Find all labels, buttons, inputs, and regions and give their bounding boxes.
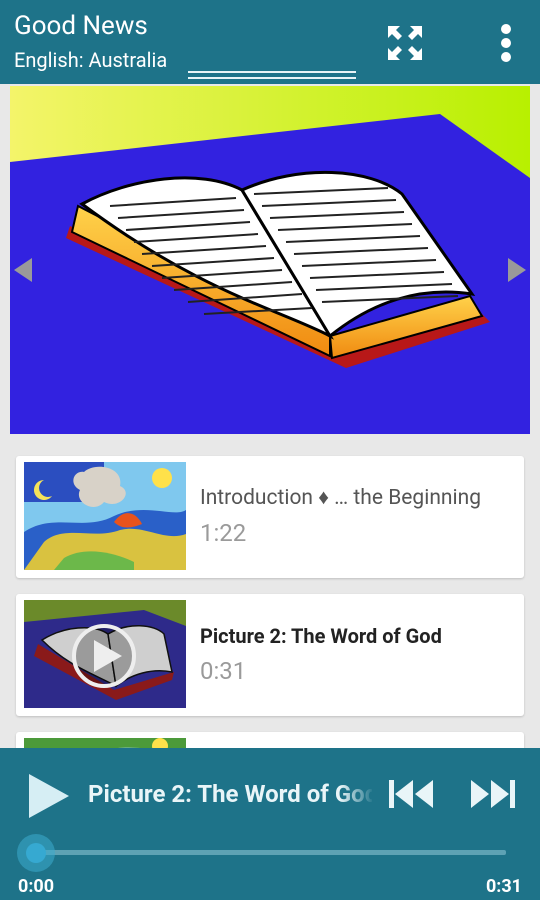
subtitle-underline bbox=[188, 71, 356, 73]
overflow-menu-icon bbox=[501, 24, 511, 62]
list-item[interactable]: Introduction ♦ … the Beginning 1:22 bbox=[16, 456, 524, 578]
app-bar: Good News English: Australia bbox=[0, 0, 540, 84]
previous-button[interactable] bbox=[384, 772, 440, 816]
title-fade bbox=[340, 772, 374, 816]
chevron-left-icon[interactable] bbox=[10, 254, 36, 286]
seek-bar[interactable] bbox=[36, 850, 506, 855]
play-button[interactable] bbox=[20, 768, 76, 824]
next-button[interactable] bbox=[464, 772, 520, 816]
item-duration: 1:22 bbox=[200, 519, 247, 547]
overflow-menu-button[interactable] bbox=[484, 18, 528, 68]
now-playing-title: Picture 2: The Word of God bbox=[88, 780, 372, 808]
creation-scene-thumbnail bbox=[24, 462, 186, 570]
media-player: Picture 2: The Word of God 0:00 0:31 bbox=[0, 748, 540, 900]
list-item[interactable]: Picture 2: The Word of God 0:31 bbox=[16, 594, 524, 716]
skip-previous-icon bbox=[389, 780, 433, 808]
skip-next-icon bbox=[471, 780, 515, 808]
seek-thumb[interactable] bbox=[17, 834, 55, 872]
item-duration: 0:31 bbox=[200, 657, 247, 685]
elapsed-time: 0:00 bbox=[18, 876, 55, 897]
language-subtitle[interactable]: English: Australia bbox=[14, 48, 167, 72]
play-icon bbox=[29, 774, 69, 818]
fullscreen-icon bbox=[388, 26, 422, 60]
open-bible-illustration bbox=[10, 86, 530, 434]
subtitle-underline-2 bbox=[188, 77, 356, 79]
item-title: Introduction ♦ … the Beginning bbox=[200, 486, 482, 510]
fullscreen-button[interactable] bbox=[380, 20, 430, 66]
chevron-right-icon[interactable] bbox=[504, 254, 530, 286]
hero-carousel bbox=[0, 84, 540, 438]
item-title: Picture 2: The Word of God bbox=[200, 624, 442, 648]
bible-thumbnail bbox=[24, 600, 186, 708]
app-title: Good News bbox=[14, 11, 148, 41]
total-time: 0:31 bbox=[485, 876, 522, 897]
